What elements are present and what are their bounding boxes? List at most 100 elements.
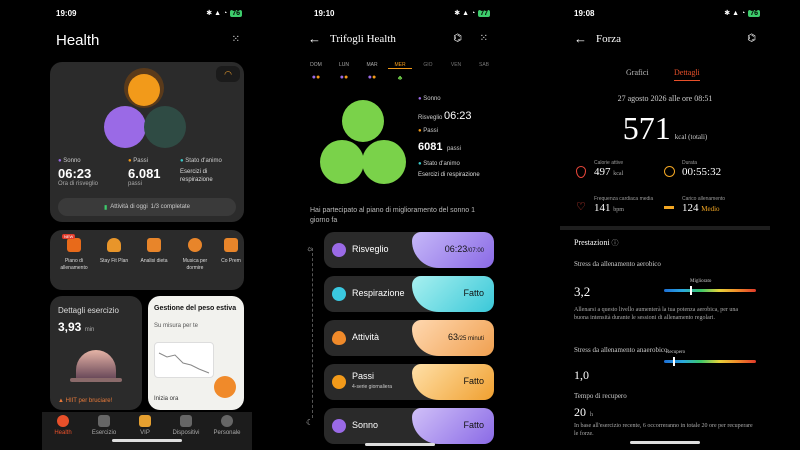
info-icon[interactable]: ⓘ xyxy=(612,239,619,247)
task-steps[interactable]: Passi 4-serie giornaliera Fatto xyxy=(324,364,494,400)
legend-mood: ● Stato d'animo xyxy=(418,161,460,167)
watch-icon xyxy=(180,415,192,427)
heart-icon xyxy=(57,415,69,427)
grid-menu-icon[interactable]: ⁙ xyxy=(232,34,240,45)
training-plan-icon xyxy=(67,238,81,252)
timeline-line xyxy=(312,248,313,418)
weight-management-card[interactable]: Gestione del peso estiva Su misura per t… xyxy=(148,296,244,410)
heart-icon: ♡ xyxy=(576,201,586,213)
task-breathing[interactable]: Respirazione Fatto xyxy=(324,276,494,312)
share-icon[interactable]: ⌬ xyxy=(747,33,756,44)
status-time: 19:09 xyxy=(56,8,77,18)
mini-clover-icon: ●● xyxy=(367,74,377,81)
task-sleep[interactable]: Sonno Fatto xyxy=(324,408,494,444)
task-activity[interactable]: Attività 63/25 minuti xyxy=(324,320,494,356)
activity-summary[interactable]: ▮ Attività di oggi 1/3 completate xyxy=(58,198,236,216)
nav-vip[interactable]: VIP xyxy=(128,415,162,436)
bottom-nav: Health Esercizio VIP Dispositivi Persona… xyxy=(42,412,252,450)
service-item[interactable]: Piano di allenamento NEW xyxy=(56,234,92,272)
sleep-label: ● Sonno xyxy=(58,158,81,164)
exercise-details-card[interactable]: Dettagli esercizio 3,93 min ▲ HIIT per b… xyxy=(50,296,142,410)
back-arrow-icon[interactable]: ← xyxy=(308,31,321,46)
dumbbell-icon: ▬ xyxy=(664,201,674,212)
aerobic-level-marker xyxy=(689,286,692,295)
day-item-selected[interactable]: MER ♣ xyxy=(388,62,412,82)
share-icon[interactable]: ⌬ xyxy=(453,33,462,44)
nav-profile[interactable]: Personale xyxy=(210,415,244,436)
recovery-label: Tempo di recupero xyxy=(574,392,627,400)
mood-label: ● Stato d'animo xyxy=(180,158,222,164)
service-label: Co Prem xyxy=(221,258,241,264)
anaerobic-stress-bar xyxy=(664,357,756,366)
day-item[interactable]: MAR ●● xyxy=(360,62,384,82)
steps-value: 6.081 xyxy=(128,166,161,181)
nav-exercise[interactable]: Esercizio xyxy=(87,415,121,436)
back-arrow-icon[interactable]: ← xyxy=(574,31,587,46)
section-divider xyxy=(560,226,770,230)
document-icon: ▮ xyxy=(103,204,108,211)
legend-wake: Risveglio 06:23 xyxy=(418,110,472,122)
fire-icon: ▲ xyxy=(58,398,64,404)
weight-subtitle: Su misura per te xyxy=(154,323,199,329)
service-label: Analisi dieta xyxy=(140,258,168,264)
aerobic-label: Stress da allenamento aerobico xyxy=(574,260,661,268)
day-item[interactable]: GIO xyxy=(416,62,440,82)
service-item[interactable]: Stay Fit Plan xyxy=(96,238,132,264)
trifogli-screen: 19:10 ✱ ▲ ◔ 77 ← Trifogli Health ⌬ ⁙ DOM… xyxy=(300,0,500,450)
legend-mood-sub[interactable]: Esercizi di respirazione xyxy=(418,172,498,178)
aerobic-tag: Migliorato xyxy=(690,279,712,284)
streak-label: 4-serie giornaliera xyxy=(352,384,393,390)
home-indicator xyxy=(630,441,700,444)
health-screen: 19:09 ✱ ▲ ◔ 76 Health ⁙ ◠ ● Sonno 06:23 … xyxy=(42,0,252,450)
rainbow-icon: ◠ xyxy=(216,66,240,82)
tab-details[interactable]: Dettagli xyxy=(674,68,700,81)
service-item[interactable]: Analisi dieta xyxy=(136,238,172,264)
steps-sublabel: passi xyxy=(128,181,143,187)
day-item[interactable]: SAB xyxy=(472,62,496,82)
mini-clover-icon: ♣ xyxy=(397,75,403,82)
sleep-value: 06:23 xyxy=(58,166,92,181)
tab-charts[interactable]: Grafici xyxy=(626,68,649,77)
day-item[interactable]: DOM ●● xyxy=(304,62,328,82)
day-item[interactable]: LUN ●● xyxy=(332,62,356,82)
drop-icon xyxy=(576,166,586,178)
big-clover-graphic xyxy=(318,100,408,186)
task-wake[interactable]: Risveglio 06:23/07:00 xyxy=(324,232,494,268)
page-title: Trifogli Health xyxy=(330,33,396,45)
weight-cta[interactable]: Inizia ora xyxy=(154,396,178,402)
aerobic-stress-bar xyxy=(664,286,756,295)
task-value: 63/25 minuti xyxy=(447,332,484,342)
service-item[interactable]: Musica per dormire xyxy=(176,238,214,272)
aerobic-value: 3,2 xyxy=(574,284,591,299)
shoe-icon xyxy=(332,375,346,389)
sunset-illustration xyxy=(76,350,116,378)
avatar xyxy=(221,415,233,427)
notebook-icon xyxy=(214,376,236,398)
hiit-hint[interactable]: ▲ HIIT per bruciare! xyxy=(58,398,112,404)
plan-info-text: Hai partecipato al piano di migliorament… xyxy=(310,207,475,224)
anaerobic-label: Stress da allenamento anaerobico xyxy=(574,346,668,354)
legend-sleep: ● Sonno xyxy=(418,96,441,102)
breathing-icon xyxy=(332,287,346,301)
new-badge: NEW xyxy=(62,234,76,239)
diet-analysis-icon xyxy=(147,238,161,252)
service-item[interactable]: Co Prem xyxy=(220,238,242,265)
diamond-icon xyxy=(139,415,151,427)
clover-legend: ● Sonno Risveglio 06:23 ● Passi 6081 pas… xyxy=(418,96,498,178)
status-icons: ✱ ▲ ◔ 77 xyxy=(454,9,490,17)
anaerobic-level-marker xyxy=(673,357,676,366)
anaerobic-tag: Recupero xyxy=(666,350,686,355)
grid-menu-icon[interactable]: ⁙ xyxy=(480,33,488,44)
day-item[interactable]: VEN xyxy=(444,62,468,82)
trifoglio-card[interactable]: ◠ ● Sonno 06:23 Ora di risveglio ● Passi… xyxy=(50,62,244,222)
page-title: Health xyxy=(56,32,100,49)
runner-icon xyxy=(98,415,110,427)
mini-clover-icon: ●● xyxy=(339,74,349,81)
service-label: Musica per dormire xyxy=(182,258,208,271)
nav-devices[interactable]: Dispositivi xyxy=(169,415,203,436)
sleep-sublabel: Ora di risveglio xyxy=(58,181,99,187)
stat-active-calories: Calorie attive 497 kcal xyxy=(576,160,666,178)
legend-steps: ● Passi xyxy=(418,128,438,134)
mood-sublabel: Esercizi di respirazione xyxy=(180,169,213,183)
nav-health[interactable]: Health xyxy=(46,415,80,436)
